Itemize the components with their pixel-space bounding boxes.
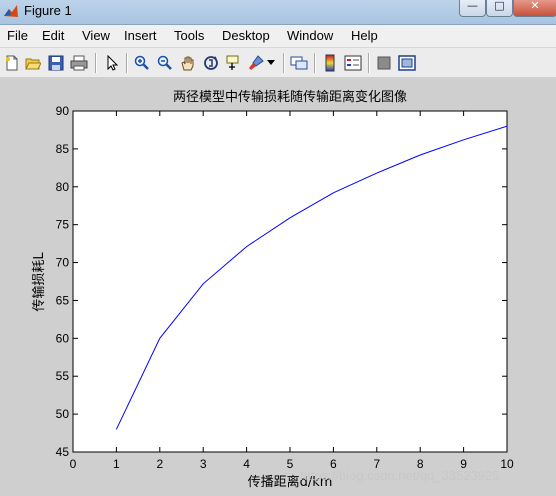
toolbar-separator <box>95 53 97 73</box>
line-chart: 0 1 2 3 4 5 6 7 8 9 10 45505560657075808590 两径模型中传… <box>0 77 556 496</box>
show-plot-tools-icon[interactable] <box>397 53 417 73</box>
zoom-out-icon[interactable] <box>155 53 175 73</box>
menu-window[interactable]: Window <box>287 28 333 43</box>
toolbar-separator <box>126 53 128 73</box>
window-title: Figure 1 <box>24 3 72 18</box>
x-tick-label: 0 <box>70 457 77 471</box>
y-tick-label: 70 <box>56 256 70 270</box>
menu-insert[interactable]: Insert <box>124 28 157 43</box>
zoom-in-icon[interactable] <box>132 53 152 73</box>
y-tick-label: 90 <box>56 104 70 118</box>
menu-desktop[interactable]: Desktop <box>222 28 270 43</box>
x-tick-label: 1 <box>113 457 120 471</box>
y-tick-label: 75 <box>56 218 70 232</box>
colorbar-icon[interactable] <box>320 53 340 73</box>
y-tick-label: 80 <box>56 180 70 194</box>
legend-icon[interactable] <box>343 53 363 73</box>
save-icon[interactable] <box>46 53 66 73</box>
y-tick-label: 55 <box>56 369 70 383</box>
link-plot-icon[interactable] <box>289 53 309 73</box>
print-icon[interactable] <box>69 53 89 73</box>
maximize-button[interactable]: □ <box>486 0 513 17</box>
toolbar-separator <box>314 53 316 73</box>
x-tick-label: 5 <box>287 457 294 471</box>
menu-file[interactable]: File <box>7 28 28 43</box>
open-file-icon[interactable] <box>23 53 43 73</box>
close-button[interactable]: ✕ <box>513 0 556 17</box>
hide-plot-tools-icon[interactable] <box>374 53 394 73</box>
rotate-3d-icon[interactable] <box>201 53 221 73</box>
minimize-button[interactable]: — <box>459 0 486 17</box>
x-tick-label: 2 <box>156 457 163 471</box>
y-axis-label: 传输损耗L <box>31 252 47 312</box>
figure-window: Figure 1 — □ ✕ File Edit View Insert Too… <box>0 0 556 496</box>
menu-bar: File Edit View Insert Tools Desktop Wind… <box>0 25 556 47</box>
x-tick-label: 4 <box>243 457 250 471</box>
menu-edit[interactable]: Edit <box>42 28 64 43</box>
menu-view[interactable]: View <box>82 28 110 43</box>
title-bar[interactable]: Figure 1 — □ ✕ <box>0 0 556 25</box>
plot-area <box>72 110 508 453</box>
y-tick-label: 50 <box>56 407 70 421</box>
menu-tools[interactable]: Tools <box>174 28 204 43</box>
y-tick-label: 45 <box>56 445 70 459</box>
chart-title: 两径模型中传输损耗随传输距离变化图像 <box>173 89 407 105</box>
toolbar-separator <box>368 53 370 73</box>
menu-help[interactable]: Help <box>351 28 378 43</box>
y-tick-label: 85 <box>56 142 70 156</box>
watermark: https://blog.csdn.net/qq_33523925 <box>300 468 500 483</box>
x-tick-label: 10 <box>500 457 514 471</box>
pan-hand-icon[interactable] <box>178 53 198 73</box>
y-tick-label: 65 <box>56 293 70 307</box>
new-figure-icon[interactable] <box>2 53 22 73</box>
brush-icon[interactable] <box>246 53 266 73</box>
toolbar-separator <box>283 53 285 73</box>
figure-toolbar <box>0 47 556 79</box>
matlab-app-icon <box>4 5 18 17</box>
brush-dropdown-icon[interactable] <box>265 53 277 73</box>
edit-plot-arrow-icon[interactable] <box>102 53 122 73</box>
x-tick-label: 3 <box>200 457 207 471</box>
y-tick-label: 60 <box>56 331 70 345</box>
data-cursor-icon[interactable] <box>224 53 244 73</box>
